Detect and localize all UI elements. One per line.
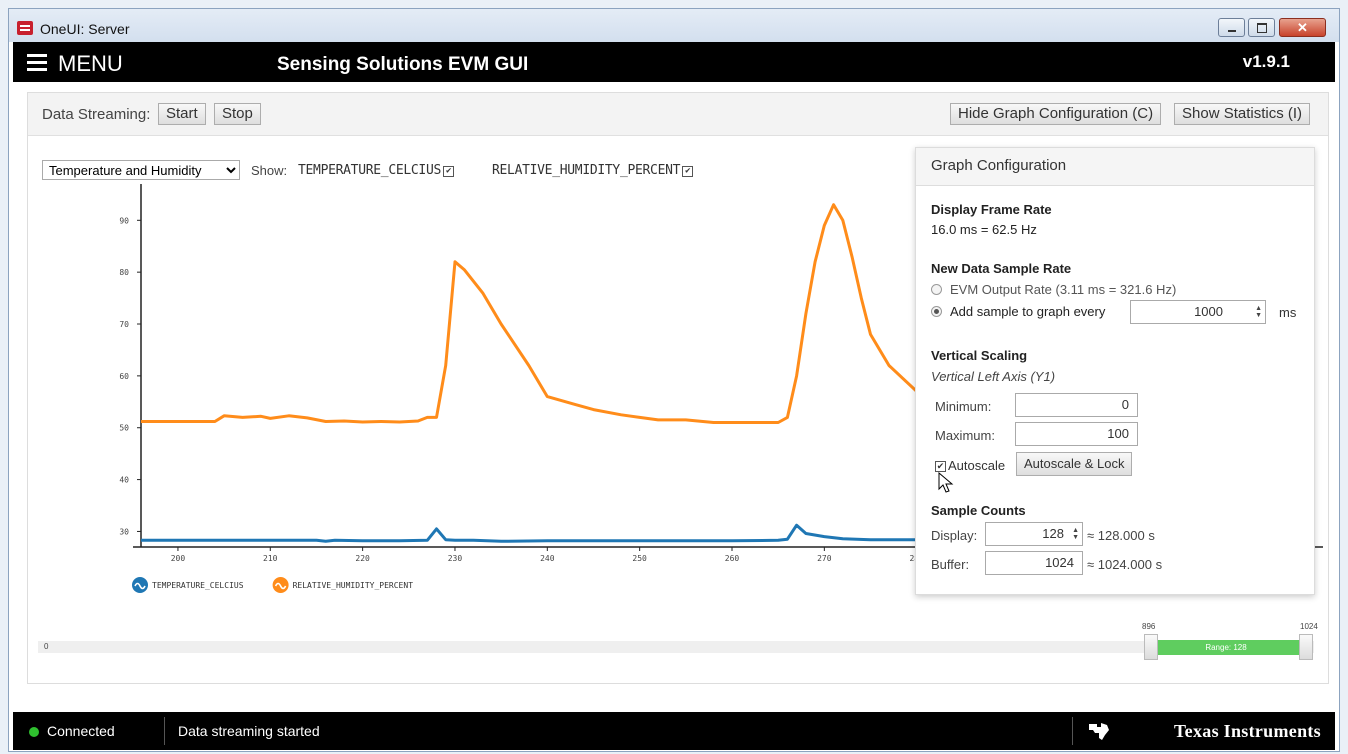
data-streaming-label: Data Streaming:: [42, 106, 151, 123]
buffer-count-input[interactable]: 1024: [985, 551, 1083, 575]
y-tick-label: 70: [119, 320, 129, 329]
sample-counts-section: Sample Counts: [931, 503, 1026, 518]
vertical-scaling-heading: Vertical Scaling: [931, 348, 1028, 363]
window-titlebar[interactable]: OneUI: Server ✕: [9, 9, 1339, 42]
y-tick-label: 30: [119, 527, 129, 536]
legend-label: RELATIVE_HUMIDITY_PERCENT: [293, 581, 414, 590]
start-button[interactable]: Start: [158, 103, 206, 125]
spinner-icon[interactable]: ▲ ▼: [1072, 527, 1079, 541]
x-tick-label: 260: [725, 554, 740, 563]
app-icon: [17, 21, 33, 35]
x-tick-label: 230: [448, 554, 463, 563]
app-window: OneUI: Server ✕ MENU Sensing Solutions E…: [8, 8, 1340, 752]
display-count-input[interactable]: 128 ▲ ▼: [985, 522, 1083, 546]
status-bar: Connected Data streaming started Texas I…: [13, 712, 1335, 750]
range-slider-right-handle[interactable]: [1299, 634, 1313, 660]
autoscale-lock-button[interactable]: Autoscale & Lock: [1016, 452, 1133, 476]
y-tick-label: 90: [119, 216, 129, 225]
x-tick-label: 200: [171, 554, 186, 563]
buffer-time: ≈ 1024.000 s: [1087, 557, 1163, 572]
version-label: v1.9.1: [1242, 52, 1290, 71]
graph-configuration-panel: Graph Configuration Display Frame Rate 1…: [915, 147, 1315, 595]
autoscale-checkbox[interactable]: ✔ Autoscale: [935, 458, 1005, 473]
status-message: Data streaming started: [178, 723, 320, 739]
hide-graph-configuration-button[interactable]: Hide Graph Configuration (C): [950, 103, 1162, 125]
evm-output-rate-option[interactable]: EVM Output Rate (3.11 ms = 321.6 Hz): [931, 282, 1311, 297]
y-tick-label: 40: [119, 476, 129, 485]
display-count-value: 128: [1042, 526, 1064, 541]
maximum-label: Maximum:: [935, 428, 995, 443]
slider-min-label: 0: [44, 642, 49, 651]
y-tick-label: 50: [119, 424, 129, 433]
series-line-temperature: [141, 523, 1009, 543]
autoscale-label: Autoscale: [948, 458, 1006, 473]
app-header: MENU Sensing Solutions EVM GUI v1.9.1: [13, 42, 1335, 82]
graph-configuration-header: Graph Configuration: [916, 148, 1314, 186]
minimize-button[interactable]: [1218, 18, 1245, 37]
x-tick-label: 270: [817, 554, 832, 563]
maximize-button[interactable]: [1248, 18, 1275, 37]
radio-icon[interactable]: [931, 284, 942, 295]
window-title: OneUI: Server: [40, 21, 130, 37]
x-tick-label: 240: [540, 554, 555, 563]
slider-left-value: 896: [1142, 622, 1156, 631]
spinner-icon[interactable]: ▲ ▼: [1255, 305, 1262, 319]
legend-label: TEMPERATURE_CELCIUS: [152, 581, 244, 590]
radio-selected-icon[interactable]: [931, 306, 942, 317]
add-sample-input[interactable]: 1000 ▲ ▼: [1130, 300, 1266, 324]
brand-name: Texas Instruments: [1174, 721, 1321, 741]
frame-rate-value: 16.0 ms = 62.5 Hz: [931, 222, 1037, 237]
texas-instruments-logo-icon: [1089, 723, 1109, 740]
main-content: Data Streaming: Start Stop Hide Graph Co…: [27, 92, 1329, 684]
status-divider: [164, 717, 165, 745]
range-slider-track[interactable]: [38, 641, 1314, 653]
display-label: Display:: [931, 528, 978, 543]
checkbox-icon[interactable]: ✔: [935, 461, 946, 472]
minimum-label: Minimum:: [935, 399, 992, 414]
minimum-input[interactable]: 0: [1015, 393, 1138, 417]
close-icon: ✕: [1297, 20, 1308, 35]
range-slider-left-handle[interactable]: [1144, 634, 1158, 660]
add-sample-value: 1000: [1194, 304, 1223, 319]
display-time: ≈ 128.000 s: [1087, 528, 1155, 543]
connection-status: Connected: [47, 723, 115, 739]
maximum-input[interactable]: 100: [1015, 422, 1138, 446]
x-tick-label: 220: [355, 554, 370, 563]
frame-rate-section: Display Frame Rate 16.0 ms = 62.5 Hz: [931, 202, 1052, 237]
y-tick-label: 60: [119, 372, 129, 381]
range-slider-range[interactable]: Range: 128: [1152, 640, 1300, 655]
buffer-label: Buffer:: [931, 557, 970, 572]
frame-rate-heading: Display Frame Rate: [931, 202, 1052, 217]
connected-status-icon: [29, 727, 39, 737]
hamburger-menu-icon[interactable]: [27, 54, 47, 71]
add-sample-unit: ms: [1279, 305, 1297, 320]
vertical-axis-label: Vertical Left Axis (Y1): [931, 369, 1056, 384]
brand-divider: [1072, 717, 1073, 745]
sample-rate-heading: New Data Sample Rate: [931, 261, 1072, 276]
stop-button[interactable]: Stop: [214, 103, 261, 125]
y-tick-label: 80: [119, 268, 129, 277]
vertical-scaling-section: Vertical Scaling Vertical Left Axis (Y1): [931, 348, 1055, 384]
mouse-cursor-icon: [938, 472, 954, 493]
menu-button[interactable]: MENU: [58, 51, 123, 77]
series-line-humidity: [141, 203, 946, 424]
close-button[interactable]: ✕: [1279, 18, 1326, 37]
evm-output-rate-label: EVM Output Rate (3.11 ms = 321.6 Hz): [950, 282, 1177, 297]
show-statistics-button[interactable]: Show Statistics (I): [1174, 103, 1311, 125]
app-title: Sensing Solutions EVM GUI: [277, 54, 529, 75]
slider-right-value: 1024: [1300, 622, 1318, 631]
x-tick-label: 210: [263, 554, 278, 563]
streaming-toolbar: Data Streaming: Start Stop Hide Graph Co…: [28, 93, 1328, 136]
x-tick-label: 250: [632, 554, 647, 563]
add-sample-label: Add sample to graph every: [950, 304, 1106, 319]
sample-counts-heading: Sample Counts: [931, 503, 1026, 518]
